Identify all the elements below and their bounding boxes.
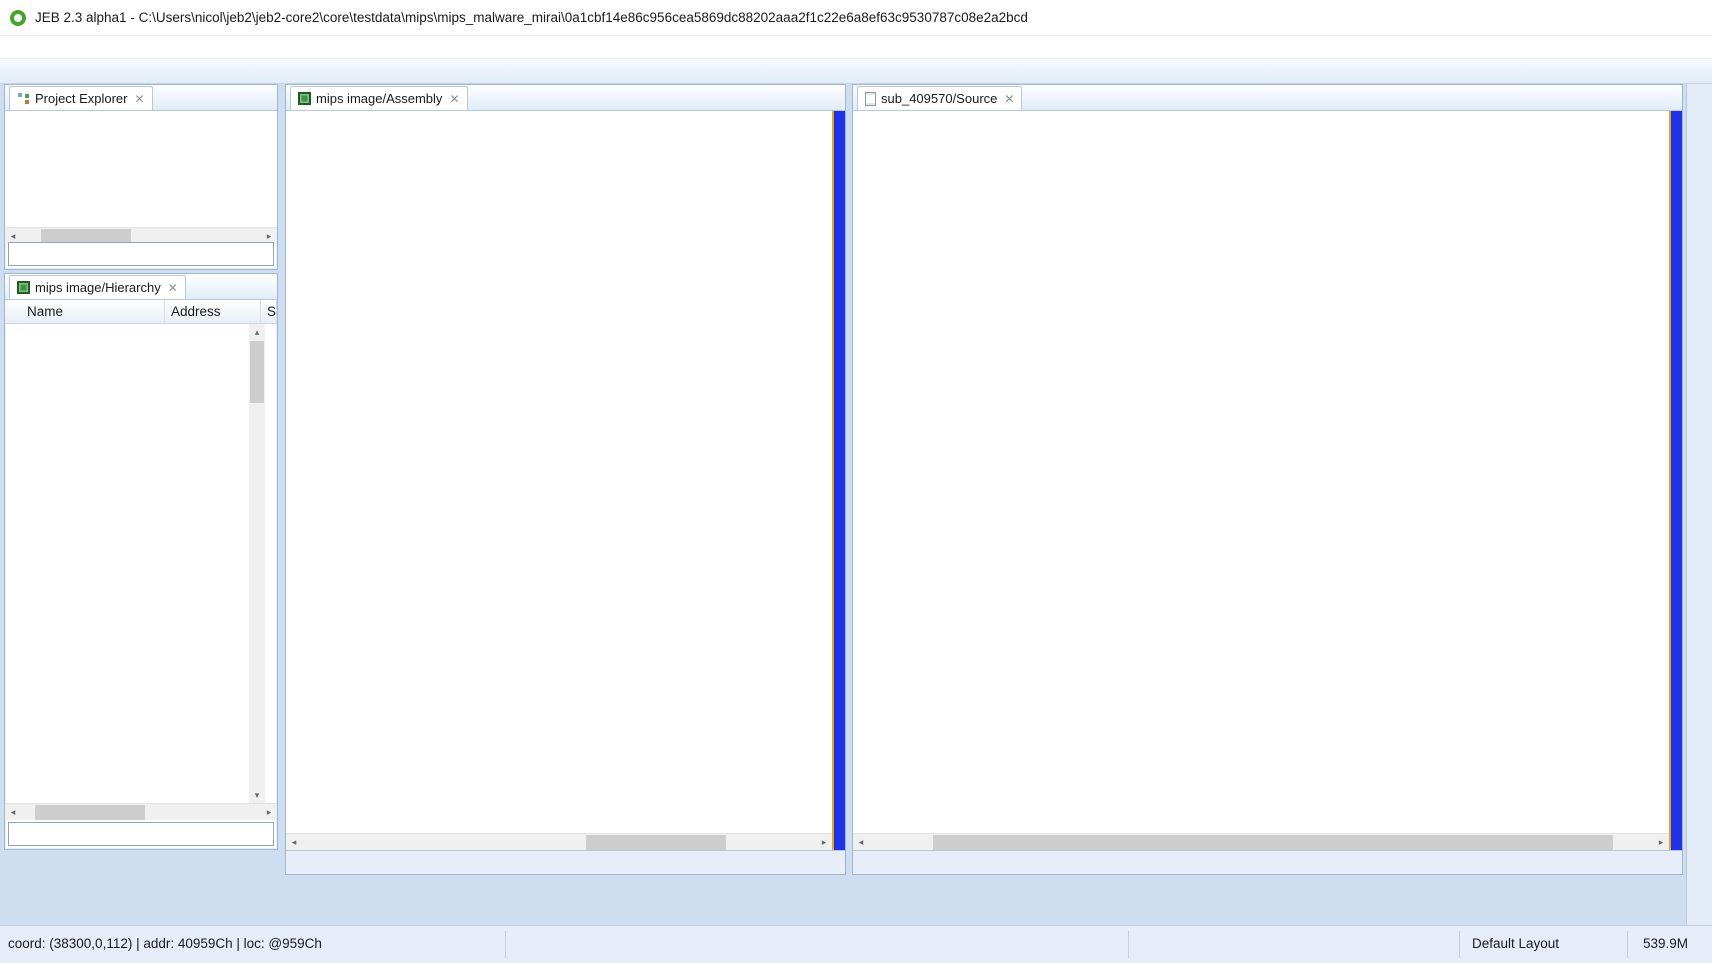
window-title: JEB 2.3 alpha1 - C:\Users\nicol\jeb2\jeb… [35,10,1028,25]
table-header[interactable]: Name Address S [5,300,277,324]
chip-icon [17,281,30,294]
jeb-window: JEB 2.3 alpha1 - C:\Users\nicol\jeb2\jeb… [0,0,1712,963]
tab-label: mips image/Hierarchy [35,280,161,295]
source-header: sub_409570/Source ✕ [853,85,1682,111]
close-icon[interactable]: ✕ [134,92,144,106]
panel-buttons [839,85,845,110]
status-bar: coord: (38300,0,112) | addr: 40959Ch | l… [0,925,1712,963]
horizontal-scrollbar[interactable]: ◂ ▸ [286,833,832,850]
horizontal-scrollbar[interactable]: ◂ ▸ [853,833,1669,850]
divider [505,931,506,958]
divider [1627,931,1628,958]
toolbar [0,59,1712,84]
hierarchy-table [5,324,277,803]
hierarchy-panel: mips image/Hierarchy ✕ Name Address S ▴ … [4,273,278,850]
menu-bar [0,36,1712,59]
tab-label: Project Explorer [35,91,127,106]
panel-buttons [271,274,277,299]
assembly-header: mips image/Assembly ✕ [286,85,845,111]
divider [1459,931,1460,958]
column-size[interactable]: S [261,300,277,323]
horizontal-scrollbar[interactable]: ◂ ▸ [5,803,277,820]
source-panel: sub_409570/Source ✕ ◂ ▸ [852,84,1683,875]
assembly-editor[interactable] [286,111,832,833]
tab-label: sub_409570/Source [881,91,997,106]
close-icon[interactable]: ✕ [168,281,178,295]
hierarchy-filter-input[interactable] [8,822,274,846]
status-memory: 539.9M [1643,936,1688,951]
tab-label: mips image/Assembly [316,91,442,106]
project-explorer-header: Project Explorer ✕ [5,85,277,111]
source-overview-ruler[interactable] [1669,111,1682,850]
tab-hierarchy[interactable]: mips image/Hierarchy ✕ [9,275,186,299]
document-icon [865,92,876,106]
column-name[interactable]: Name [5,300,165,323]
project-tree [5,111,277,227]
project-explorer-panel: Project Explorer ✕ ◂ ▸ [4,84,278,270]
tab-project-explorer[interactable]: Project Explorer ✕ [9,86,153,110]
close-icon[interactable]: ✕ [1004,92,1014,106]
title-bar: JEB 2.3 alpha1 - C:\Users\nicol\jeb2\jeb… [0,0,1712,36]
assembly-overview-ruler[interactable] [832,111,845,850]
column-address[interactable]: Address [165,300,261,323]
fast-view-dock [1686,84,1712,925]
close-icon[interactable]: ✕ [449,92,459,106]
jeb-logo-icon [10,10,26,26]
tab-source-view[interactable]: sub_409570/Source ✕ [857,86,1022,110]
tab-assembly-view[interactable]: mips image/Assembly ✕ [290,86,468,110]
project-filter-input[interactable] [8,242,274,266]
source-editor[interactable] [853,111,1669,833]
divider [1128,931,1129,958]
panel-buttons [271,85,277,110]
source-bottom-tabs [853,850,1682,874]
status-layout[interactable]: Default Layout [1472,936,1559,951]
hierarchy-header: mips image/Hierarchy ✕ [5,274,277,300]
chip-icon [298,92,311,105]
panel-buttons [1676,85,1682,110]
assembly-panel: mips image/Assembly ✕ ◂ ▸ [285,84,846,875]
status-coordinates: coord: (38300,0,112) | addr: 40959Ch | l… [8,936,322,951]
assembly-bottom-tabs [286,850,845,874]
project-explorer-icon [17,92,30,105]
vertical-scrollbar[interactable]: ▴ ▾ [249,324,265,803]
